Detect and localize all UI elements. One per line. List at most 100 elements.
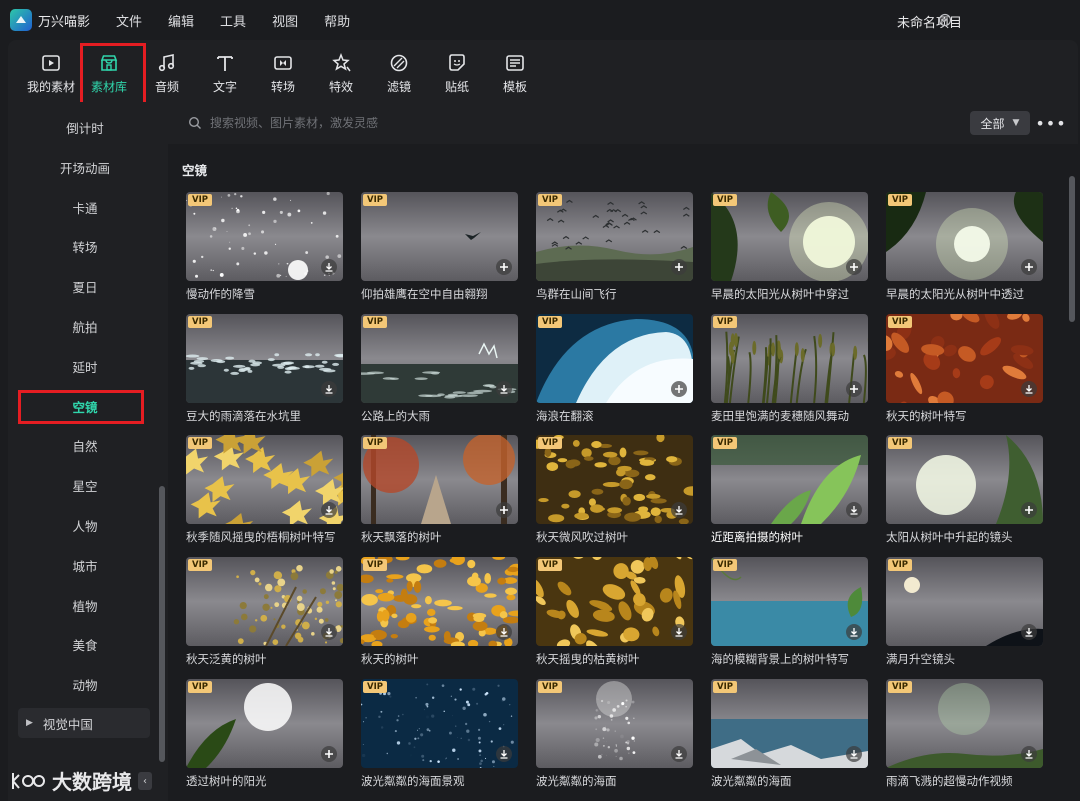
download-icon[interactable]: [846, 746, 862, 762]
download-icon[interactable]: [321, 502, 337, 518]
media-card-label: 早晨的太阳光从树叶中透过: [886, 287, 1024, 301]
tool-audio[interactable]: 音频: [138, 44, 196, 102]
media-card[interactable]: VIP 麦田里饱满的麦穗随风舞动: [711, 314, 868, 423]
sidebar-item-summer[interactable]: 夏日: [20, 271, 150, 301]
download-icon[interactable]: [671, 624, 687, 640]
media-thumbnail: VIP: [186, 679, 343, 768]
sticker-icon: [449, 53, 465, 71]
media-card[interactable]: VIP 秋天摇曳的枯黄树叶: [536, 557, 693, 666]
menu-edit[interactable]: 编辑: [168, 11, 194, 30]
favorite-star-icon[interactable]: [822, 504, 836, 518]
sidebar-item-intro[interactable]: 开场动画: [20, 152, 150, 182]
download-icon[interactable]: [496, 381, 512, 397]
media-card[interactable]: VIP 太阳从树叶中升起的镜头: [886, 435, 1043, 544]
sidebar-item-transition[interactable]: 转场: [20, 231, 150, 261]
media-thumbnail: VIP: [536, 435, 693, 524]
tool-label: 贴纸: [444, 79, 469, 94]
download-icon[interactable]: [846, 624, 862, 640]
media-card[interactable]: VIP 仰拍雄鹰在空中自由翱翔: [361, 192, 518, 301]
media-thumbnail: VIP: [886, 314, 1043, 403]
content-scrollbar[interactable]: [1069, 176, 1075, 322]
download-icon[interactable]: [1021, 746, 1037, 762]
sidebar-item-nature[interactable]: 自然: [20, 430, 150, 460]
add-icon[interactable]: [321, 746, 337, 762]
media-card[interactable]: VIP 公路上的大雨: [361, 314, 518, 423]
vip-badge: VIP: [188, 194, 212, 206]
download-icon[interactable]: [1021, 381, 1037, 397]
tool-stock-library[interactable]: 素材库: [80, 44, 138, 102]
download-icon[interactable]: [671, 746, 687, 762]
sidebar-item-city[interactable]: 城市: [20, 550, 150, 580]
media-card[interactable]: VIP 秋天的树叶: [361, 557, 518, 666]
media-card[interactable]: VIP 秋天的树叶特写: [886, 314, 1043, 423]
add-icon[interactable]: [496, 502, 512, 518]
vip-badge: VIP: [363, 559, 387, 571]
sidebar-item-plants[interactable]: 植物: [20, 590, 150, 620]
tool-transition[interactable]: 转场: [254, 44, 312, 102]
collapse-sidebar-button[interactable]: ‹: [138, 772, 152, 790]
more-options-icon[interactable]: •••: [1035, 112, 1065, 134]
add-icon[interactable]: [846, 381, 862, 397]
menu-view[interactable]: 视图: [272, 11, 298, 30]
sidebar-item-cartoon[interactable]: 卡通: [20, 192, 150, 222]
tool-text[interactable]: 文字: [196, 44, 254, 102]
sidebar-group-vcg[interactable]: ▶ 视觉中国: [18, 708, 150, 738]
search-input[interactable]: [210, 113, 710, 133]
menu-help[interactable]: 帮助: [324, 11, 350, 30]
media-card[interactable]: VIP 海的模糊背景上的树叶特写: [711, 557, 868, 666]
download-icon[interactable]: [321, 381, 337, 397]
media-card[interactable]: VIP 雨滴飞溅的超慢动作视频: [886, 679, 1043, 788]
media-card[interactable]: VIP 秋天飘落的树叶: [361, 435, 518, 544]
sidebar-item-people[interactable]: 人物: [20, 510, 150, 540]
sidebar-scrollbar[interactable]: [159, 486, 165, 762]
menu-file[interactable]: 文件: [116, 11, 142, 30]
tool-effects[interactable]: 特效: [312, 44, 370, 102]
tool-my-media[interactable]: 我的素材: [22, 44, 80, 102]
add-icon[interactable]: [671, 381, 687, 397]
project-name[interactable]: 未命名项目: [897, 12, 962, 31]
sidebar-item-starry-sky[interactable]: 星空: [20, 470, 150, 500]
media-card[interactable]: VIP 豆大的雨滴落在水坑里: [186, 314, 343, 423]
media-card[interactable]: VIP 波光粼粼的海面: [711, 679, 868, 788]
menu-tools[interactable]: 工具: [220, 11, 246, 30]
sidebar-item-timelapse[interactable]: 延时: [20, 351, 150, 381]
download-icon[interactable]: [496, 746, 512, 762]
sidebar-item-aerial[interactable]: 航拍: [20, 311, 150, 341]
media-card[interactable]: VIP 慢动作的降雪: [186, 192, 343, 301]
tool-filter[interactable]: 滤镜: [370, 44, 428, 102]
media-card[interactable]: VIP 海浪在翻滚: [536, 314, 693, 423]
download-icon[interactable]: [671, 502, 687, 518]
media-card[interactable]: VIP 满月升空镜头: [886, 557, 1043, 666]
vip-badge: VIP: [888, 194, 912, 206]
add-icon[interactable]: [496, 259, 512, 275]
sidebar-item-empty-shot[interactable]: 空镜: [20, 391, 150, 421]
tool-template[interactable]: 模板: [486, 44, 544, 102]
media-card[interactable]: VIP 波光粼粼的海面景观: [361, 679, 518, 788]
sidebar-item-animals[interactable]: 动物: [20, 669, 150, 699]
media-card-label: 早晨的太阳光从树叶中穿过: [711, 287, 849, 301]
add-icon[interactable]: [1021, 502, 1037, 518]
add-icon[interactable]: [1021, 259, 1037, 275]
media-card[interactable]: VIP 透过树叶的阳光: [186, 679, 343, 788]
media-thumbnail: VIP: [186, 314, 343, 403]
media-card[interactable]: VIP 近距离拍摄的树叶: [711, 435, 868, 544]
download-icon[interactable]: [496, 624, 512, 640]
filter-dropdown[interactable]: 全部 ▼: [970, 111, 1030, 135]
sidebar-item-countdown[interactable]: 倒计时: [20, 112, 150, 142]
download-icon[interactable]: [321, 259, 337, 275]
add-icon[interactable]: [846, 259, 862, 275]
media-card[interactable]: VIP 秋天泛黄的树叶: [186, 557, 343, 666]
download-icon[interactable]: [321, 624, 337, 640]
media-card[interactable]: VIP 波光粼粼的海面: [536, 679, 693, 788]
media-card[interactable]: VIP 早晨的太阳光从树叶中穿过: [711, 192, 868, 301]
media-card[interactable]: VIP 早晨的太阳光从树叶中透过: [886, 192, 1043, 301]
media-card[interactable]: VIP 鸟群在山间飞行: [536, 192, 693, 301]
media-card[interactable]: VIP 秋天微风吹过树叶: [536, 435, 693, 544]
sidebar-item-food[interactable]: 美食: [20, 629, 150, 659]
media-thumbnail: VIP: [886, 192, 1043, 281]
tool-sticker[interactable]: 贴纸: [428, 44, 486, 102]
kebab-menu-icon[interactable]: [854, 441, 858, 455]
media-card[interactable]: VIP 秋季随风摇曳的梧桐树叶特写: [186, 435, 343, 544]
add-icon[interactable]: [671, 259, 687, 275]
download-icon[interactable]: [1021, 624, 1037, 640]
